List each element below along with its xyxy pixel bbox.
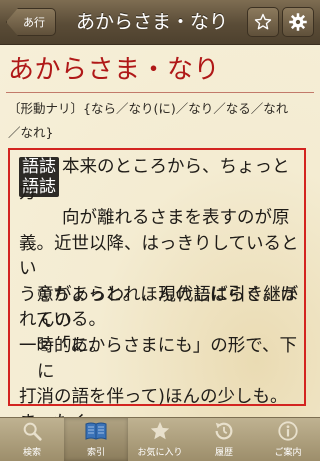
tab-favorites[interactable]: お気に入り (128, 418, 192, 461)
settings-button[interactable] (282, 7, 314, 37)
sense-line: ②「あからさまにも」の形で、下に (37, 336, 297, 382)
tab-history[interactable]: 履歴 (192, 418, 256, 461)
back-button[interactable]: あ行 (6, 8, 56, 36)
navigation-bar: あ行 あからさま・なり (0, 0, 320, 45)
tab-search[interactable]: 検索 (0, 418, 64, 461)
etymology-line: 本来のところから、ちょっと方 (19, 157, 290, 203)
tab-label: 検索 (22, 448, 41, 458)
tab-bar: 検索 索引 お気に入り 履歴 ご案内 (0, 417, 320, 461)
grammar-line: 〔形動ナリ〕{なら／なり(に)／なり／なる／なれ (8, 101, 289, 116)
book-icon (85, 422, 107, 440)
tab-label: お気に入り (137, 448, 183, 458)
tab-label: 履歴 (214, 448, 233, 458)
favorite-button[interactable] (247, 7, 279, 37)
sense-line: 打消の語を伴って)ほんの少しも。 (19, 387, 288, 407)
entry-headword: あからさま・なり (8, 55, 221, 85)
tab-index[interactable]: 索引 (64, 418, 128, 461)
search-icon (23, 422, 42, 441)
tab-label: 索引 (86, 448, 105, 458)
definition-box: 語誌 語誌 本来のところから、ちょっと方 向が離れるさまを表すのが原 義。近世以… (8, 148, 306, 433)
dictionary-entry: あからさま・なり 〔形動ナリ〕{なら／なり(に)／なり／なる／なれ ／なれ} 語… (0, 45, 320, 433)
headword-divider (6, 92, 314, 93)
star-icon (254, 13, 272, 30)
star-icon (150, 421, 170, 440)
tab-info[interactable]: ご案内 (256, 418, 320, 461)
grammar-line: ／なれ} (8, 125, 54, 140)
history-icon (215, 422, 233, 440)
etymology-line: 義。近世以降、はっきりしているとい (19, 233, 299, 280)
grammar-info: 〔形動ナリ〕{なら／なり(に)／なり／なる／なれ ／なれ} (8, 97, 314, 145)
etymology-line: 向が離れるさまを表すのが原 (62, 208, 290, 228)
info-icon (278, 421, 298, 441)
gear-icon (289, 13, 307, 31)
sense-line: ①ちょっと。ほんのしばらく。ほんの (37, 285, 298, 331)
page-title: あからさま・なり (75, 11, 228, 33)
tab-label: ご案内 (274, 448, 302, 458)
